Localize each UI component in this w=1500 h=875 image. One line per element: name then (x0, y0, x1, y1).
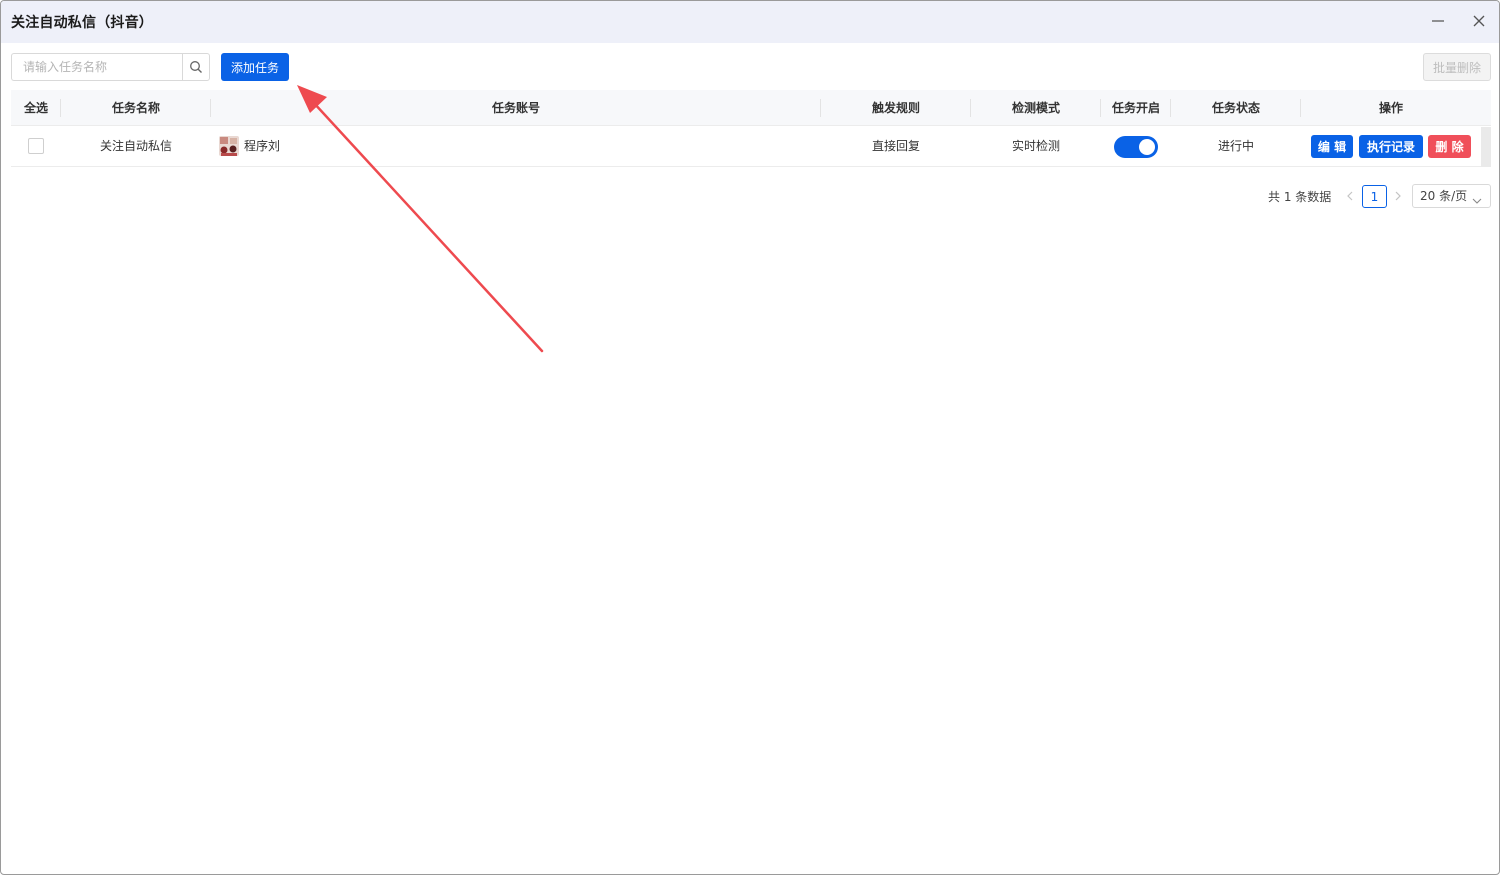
task-account-name: 程序刘 (244, 139, 281, 153)
batch-delete-button[interactable]: 批量删除 (1423, 53, 1491, 81)
header-actions: 操作 (1378, 101, 1403, 115)
table-header: 全选 任务名称 任务账号 触发规则 检测模式 任务开启 任务状态 操作 (11, 90, 1491, 126)
header-detect-mode: 检测模式 (1011, 101, 1060, 115)
close-icon (1473, 15, 1485, 27)
header-task-account: 任务账号 (491, 101, 540, 115)
task-enabled-toggle[interactable] (1114, 136, 1158, 158)
chevron-left-icon (1347, 191, 1353, 201)
search-input[interactable] (12, 54, 183, 80)
prev-page-button[interactable] (1342, 186, 1358, 206)
search-field (11, 53, 183, 81)
task-table: 全选 任务名称 任务账号 触发规则 检测模式 任务开启 任务状态 操作 关注自动… (11, 90, 1491, 167)
page-size-select[interactable]: 20 条/页 (1412, 184, 1491, 208)
search-icon (190, 61, 202, 73)
header-task-status: 任务状态 (1211, 101, 1260, 115)
edit-button[interactable]: 编 辑 (1311, 135, 1353, 158)
chevron-right-icon (1395, 191, 1401, 201)
task-name-cell: 关注自动私信 (99, 139, 172, 153)
table-scrollbar[interactable] (1481, 127, 1491, 167)
header-task-name: 任务名称 (111, 101, 160, 115)
close-button[interactable] (1464, 7, 1494, 35)
next-page-button[interactable] (1390, 186, 1406, 206)
header-task-enabled: 任务开启 (1111, 101, 1160, 115)
chevron-down-icon (1472, 190, 1482, 212)
header-trigger-rule: 触发规则 (871, 101, 920, 115)
avatar (219, 136, 239, 156)
window-title: 关注自动私信（抖音） (11, 15, 153, 31)
page-size-value: 20 条/页 (1420, 189, 1468, 203)
select-all-header[interactable]: 全选 (11, 90, 61, 126)
page-number[interactable]: 1 (1362, 185, 1387, 208)
trigger-rule-cell: 直接回复 (871, 139, 920, 153)
total-count: 共 1 条数据 (1268, 190, 1332, 204)
delete-button[interactable]: 删 除 (1428, 135, 1471, 158)
task-status-cell: 进行中 (1217, 139, 1254, 153)
search-button[interactable] (182, 53, 210, 81)
pagination: 共 1 条数据 1 20 条/页 (1, 184, 1499, 208)
app-window: 关注自动私信（抖音） 添加任务 批量删除 全选 任务名称 任务账号 触发规则 检… (0, 0, 1500, 875)
table-row: 关注自动私信 程序刘 直接回复 实时检测 进行中 编 辑 执行记录 删 除 (11, 126, 1491, 167)
minimize-button[interactable] (1423, 7, 1453, 35)
toggle-knob (1139, 139, 1155, 155)
add-task-button[interactable]: 添加任务 (221, 53, 289, 81)
execution-log-button[interactable]: 执行记录 (1359, 135, 1423, 158)
row-checkbox[interactable] (28, 138, 44, 154)
minimize-icon (1432, 20, 1444, 22)
title-bar: 关注自动私信（抖音） (1, 1, 1499, 43)
detect-mode-cell: 实时检测 (1011, 139, 1060, 153)
